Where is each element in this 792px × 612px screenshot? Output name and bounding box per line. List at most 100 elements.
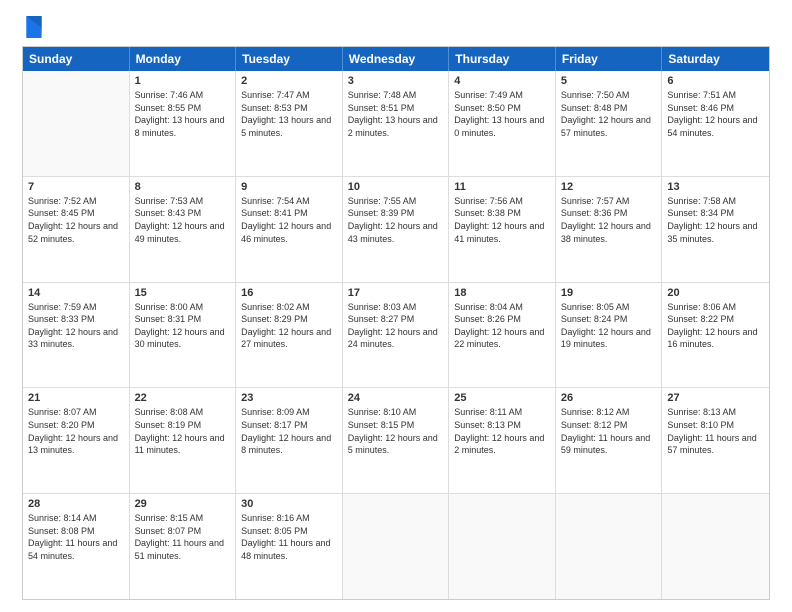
calendar-cell: 17 Sunrise: 8:03 AM Sunset: 8:27 PM Dayli… xyxy=(343,283,450,388)
day-number: 19 xyxy=(561,287,657,299)
day-number: 14 xyxy=(28,287,124,299)
header xyxy=(22,18,770,40)
header-day-thursday: Thursday xyxy=(449,47,556,71)
calendar-cell: 2 Sunrise: 7:47 AM Sunset: 8:53 PM Daylig… xyxy=(236,71,343,176)
day-info: Sunrise: 8:13 AM Sunset: 8:10 PM Dayligh… xyxy=(667,406,764,456)
calendar-cell: 6 Sunrise: 7:51 AM Sunset: 8:46 PM Daylig… xyxy=(662,71,769,176)
calendar-cell: 15 Sunrise: 8:00 AM Sunset: 8:31 PM Dayli… xyxy=(130,283,237,388)
calendar-header: SundayMondayTuesdayWednesdayThursdayFrid… xyxy=(23,47,769,71)
page: SundayMondayTuesdayWednesdayThursdayFrid… xyxy=(0,0,792,612)
day-info: Sunrise: 8:02 AM Sunset: 8:29 PM Dayligh… xyxy=(241,301,337,351)
calendar-cell: 28Sunrise: 8:14 AM Sunset: 8:08 PM Dayli… xyxy=(23,494,130,599)
day-number: 18 xyxy=(454,287,550,299)
day-number: 2 xyxy=(241,75,337,87)
day-number: 27 xyxy=(667,392,764,404)
calendar-cell xyxy=(343,494,450,599)
calendar-cell: 21 Sunrise: 8:07 AM Sunset: 8:20 PM Dayli… xyxy=(23,388,130,493)
day-number: 9 xyxy=(241,181,337,193)
calendar-body: 1 Sunrise: 7:46 AM Sunset: 8:55 PM Daylig… xyxy=(23,71,769,599)
day-number: 24 xyxy=(348,392,444,404)
day-number: 6 xyxy=(667,75,764,87)
header-day-saturday: Saturday xyxy=(662,47,769,71)
logo-flag-icon xyxy=(25,16,43,38)
header-day-monday: Monday xyxy=(130,47,237,71)
day-info: Sunrise: 8:15 AM Sunset: 8:07 PM Dayligh… xyxy=(135,512,231,562)
calendar-cell: 8 Sunrise: 7:53 AM Sunset: 8:43 PM Daylig… xyxy=(130,177,237,282)
day-info: Sunrise: 7:57 AM Sunset: 8:36 PM Dayligh… xyxy=(561,195,657,245)
day-number: 4 xyxy=(454,75,550,87)
calendar-row-3: 21 Sunrise: 8:07 AM Sunset: 8:20 PM Dayli… xyxy=(23,388,769,494)
day-info: Sunrise: 8:03 AM Sunset: 8:27 PM Dayligh… xyxy=(348,301,444,351)
calendar-cell: 18 Sunrise: 8:04 AM Sunset: 8:26 PM Dayli… xyxy=(449,283,556,388)
day-number: 23 xyxy=(241,392,337,404)
calendar-cell xyxy=(556,494,663,599)
calendar-cell: 10Sunrise: 7:55 AM Sunset: 8:39 PM Dayli… xyxy=(343,177,450,282)
calendar-cell: 25 Sunrise: 8:11 AM Sunset: 8:13 PM Dayli… xyxy=(449,388,556,493)
day-number: 1 xyxy=(135,75,231,87)
calendar-cell: 11Sunrise: 7:56 AM Sunset: 8:38 PM Dayli… xyxy=(449,177,556,282)
day-info: Sunrise: 7:51 AM Sunset: 8:46 PM Dayligh… xyxy=(667,89,764,139)
day-number: 12 xyxy=(561,181,657,193)
day-number: 21 xyxy=(28,392,124,404)
day-info: Sunrise: 8:06 AM Sunset: 8:22 PM Dayligh… xyxy=(667,301,764,351)
day-number: 30 xyxy=(241,498,337,510)
day-info: Sunrise: 7:46 AM Sunset: 8:55 PM Dayligh… xyxy=(135,89,231,139)
calendar-row-2: 14 Sunrise: 7:59 AM Sunset: 8:33 PM Dayli… xyxy=(23,283,769,389)
calendar-cell xyxy=(23,71,130,176)
calendar-cell: 24 Sunrise: 8:10 AM Sunset: 8:15 PM Dayli… xyxy=(343,388,450,493)
day-info: Sunrise: 7:54 AM Sunset: 8:41 PM Dayligh… xyxy=(241,195,337,245)
calendar-cell: 22 Sunrise: 8:08 AM Sunset: 8:19 PM Dayli… xyxy=(130,388,237,493)
day-info: Sunrise: 7:58 AM Sunset: 8:34 PM Dayligh… xyxy=(667,195,764,245)
header-day-tuesday: Tuesday xyxy=(236,47,343,71)
calendar-cell xyxy=(449,494,556,599)
day-number: 25 xyxy=(454,392,550,404)
day-number: 15 xyxy=(135,287,231,299)
day-info: Sunrise: 7:55 AM Sunset: 8:39 PM Dayligh… xyxy=(348,195,444,245)
day-info: Sunrise: 7:47 AM Sunset: 8:53 PM Dayligh… xyxy=(241,89,337,139)
calendar-cell: 20 Sunrise: 8:06 AM Sunset: 8:22 PM Dayli… xyxy=(662,283,769,388)
calendar-cell: 12 Sunrise: 7:57 AM Sunset: 8:36 PM Dayli… xyxy=(556,177,663,282)
calendar-cell: 1 Sunrise: 7:46 AM Sunset: 8:55 PM Daylig… xyxy=(130,71,237,176)
day-number: 20 xyxy=(667,287,764,299)
day-info: Sunrise: 8:04 AM Sunset: 8:26 PM Dayligh… xyxy=(454,301,550,351)
day-info: Sunrise: 7:53 AM Sunset: 8:43 PM Dayligh… xyxy=(135,195,231,245)
calendar-row-4: 28Sunrise: 8:14 AM Sunset: 8:08 PM Dayli… xyxy=(23,494,769,599)
calendar-cell: 26Sunrise: 8:12 AM Sunset: 8:12 PM Dayli… xyxy=(556,388,663,493)
calendar-cell: 27 Sunrise: 8:13 AM Sunset: 8:10 PM Dayli… xyxy=(662,388,769,493)
calendar-cell xyxy=(662,494,769,599)
day-info: Sunrise: 8:08 AM Sunset: 8:19 PM Dayligh… xyxy=(135,406,231,456)
calendar-cell: 5 Sunrise: 7:50 AM Sunset: 8:48 PM Daylig… xyxy=(556,71,663,176)
day-info: Sunrise: 8:12 AM Sunset: 8:12 PM Dayligh… xyxy=(561,406,657,456)
calendar-cell: 4Sunrise: 7:49 AM Sunset: 8:50 PM Daylig… xyxy=(449,71,556,176)
calendar-cell: 29Sunrise: 8:15 AM Sunset: 8:07 PM Dayli… xyxy=(130,494,237,599)
day-number: 13 xyxy=(667,181,764,193)
day-number: 7 xyxy=(28,181,124,193)
header-day-friday: Friday xyxy=(556,47,663,71)
day-info: Sunrise: 7:50 AM Sunset: 8:48 PM Dayligh… xyxy=(561,89,657,139)
day-info: Sunrise: 7:52 AM Sunset: 8:45 PM Dayligh… xyxy=(28,195,124,245)
calendar: SundayMondayTuesdayWednesdayThursdayFrid… xyxy=(22,46,770,600)
day-number: 5 xyxy=(561,75,657,87)
day-info: Sunrise: 7:59 AM Sunset: 8:33 PM Dayligh… xyxy=(28,301,124,351)
day-info: Sunrise: 8:00 AM Sunset: 8:31 PM Dayligh… xyxy=(135,301,231,351)
calendar-cell: 14 Sunrise: 7:59 AM Sunset: 8:33 PM Dayli… xyxy=(23,283,130,388)
day-number: 28 xyxy=(28,498,124,510)
day-info: Sunrise: 8:09 AM Sunset: 8:17 PM Dayligh… xyxy=(241,406,337,456)
calendar-cell: 13 Sunrise: 7:58 AM Sunset: 8:34 PM Dayli… xyxy=(662,177,769,282)
calendar-row-1: 7 Sunrise: 7:52 AM Sunset: 8:45 PM Daylig… xyxy=(23,177,769,283)
calendar-cell: 16 Sunrise: 8:02 AM Sunset: 8:29 PM Dayli… xyxy=(236,283,343,388)
day-info: Sunrise: 8:05 AM Sunset: 8:24 PM Dayligh… xyxy=(561,301,657,351)
calendar-row-0: 1 Sunrise: 7:46 AM Sunset: 8:55 PM Daylig… xyxy=(23,71,769,177)
day-info: Sunrise: 8:07 AM Sunset: 8:20 PM Dayligh… xyxy=(28,406,124,456)
header-day-sunday: Sunday xyxy=(23,47,130,71)
day-number: 17 xyxy=(348,287,444,299)
day-number: 16 xyxy=(241,287,337,299)
day-info: Sunrise: 8:11 AM Sunset: 8:13 PM Dayligh… xyxy=(454,406,550,456)
logo xyxy=(22,18,43,40)
day-number: 3 xyxy=(348,75,444,87)
day-number: 22 xyxy=(135,392,231,404)
calendar-cell: 3Sunrise: 7:48 AM Sunset: 8:51 PM Daylig… xyxy=(343,71,450,176)
day-number: 8 xyxy=(135,181,231,193)
day-info: Sunrise: 8:10 AM Sunset: 8:15 PM Dayligh… xyxy=(348,406,444,456)
calendar-cell: 9 Sunrise: 7:54 AM Sunset: 8:41 PM Daylig… xyxy=(236,177,343,282)
